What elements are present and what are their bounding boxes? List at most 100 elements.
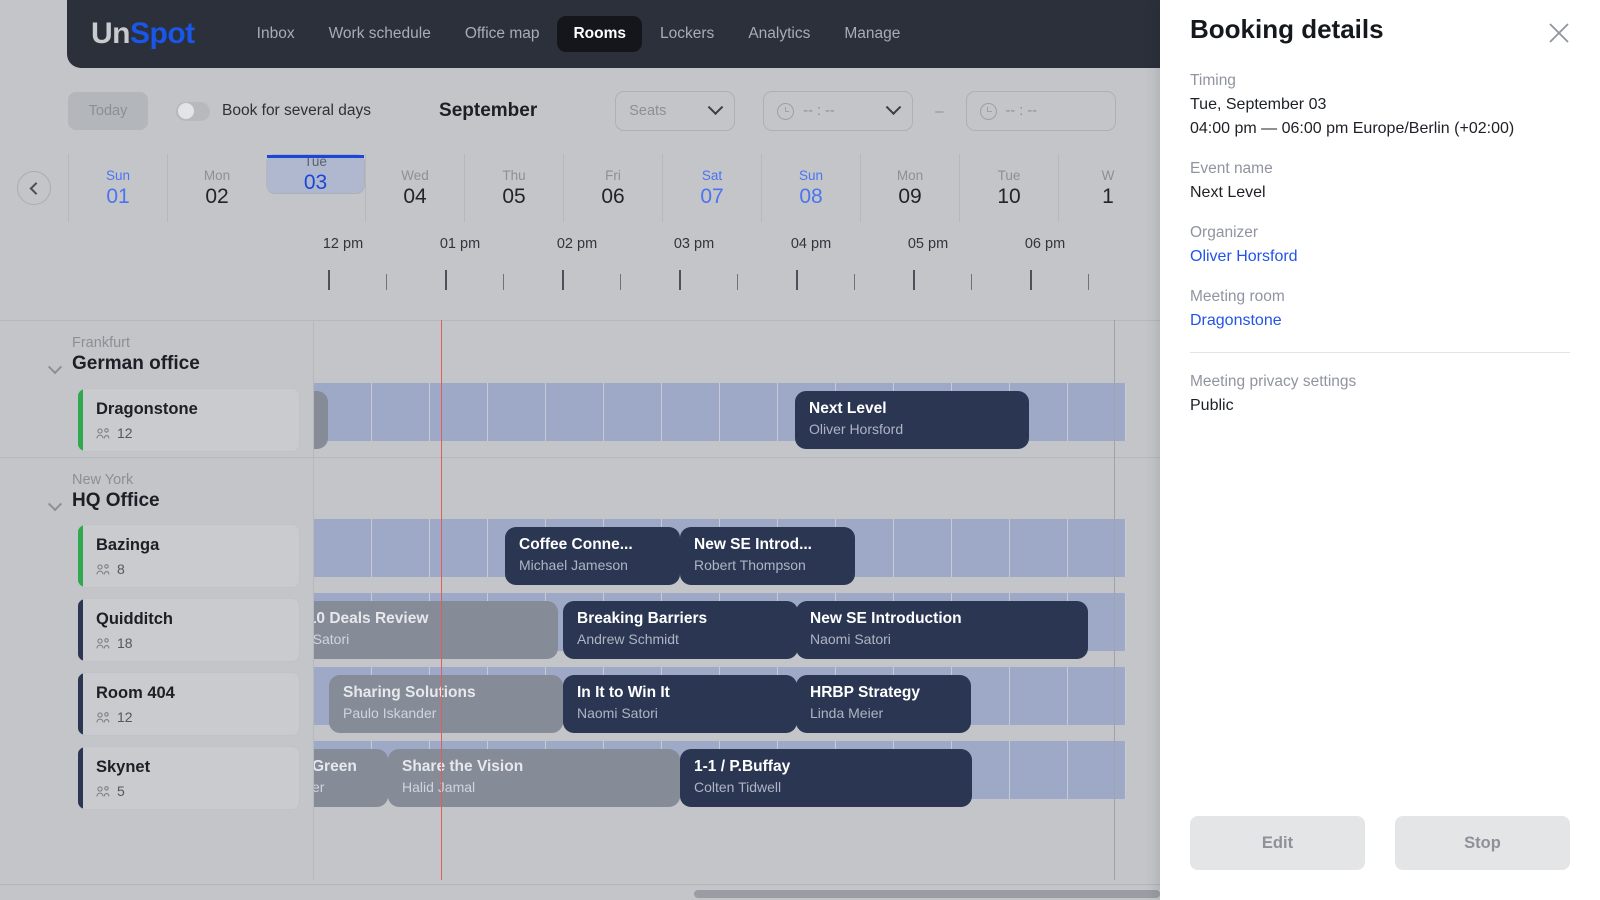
- book-several-days-toggle-group[interactable]: Book for several days: [176, 101, 371, 121]
- room-card-dragonstone[interactable]: Dragonstone 12: [78, 388, 300, 452]
- free-slot[interactable]: [314, 519, 372, 577]
- nav-item-work-schedule[interactable]: Work schedule: [313, 16, 447, 52]
- detail-value[interactable]: Dragonstone: [1190, 309, 1570, 333]
- event-organizer: Oliver Horsford: [809, 421, 904, 437]
- day-cell-05[interactable]: Thu 05: [464, 154, 563, 222]
- room-name: Bazinga: [96, 536, 160, 554]
- free-slot[interactable]: [372, 383, 430, 441]
- time-to-select[interactable]: -- : --: [965, 91, 1116, 131]
- office-group-header[interactable]: Frankfurt German office: [0, 321, 1160, 383]
- app-logo[interactable]: UnSpot: [91, 17, 195, 51]
- day-cell-10[interactable]: Tue 10: [959, 154, 1058, 222]
- close-icon: [1549, 23, 1569, 43]
- free-slot[interactable]: [546, 383, 604, 441]
- event-block[interactable]: HRBP Strategy Linda Meier: [796, 675, 971, 733]
- event-block[interactable]: New SE Introduction Naomi Satori: [796, 601, 1088, 659]
- free-slot[interactable]: [604, 383, 662, 441]
- day-boundary-line: [1114, 320, 1116, 880]
- day-cell-08[interactable]: Sun 08: [761, 154, 860, 222]
- close-button[interactable]: [1546, 20, 1572, 46]
- free-slot[interactable]: [372, 519, 430, 577]
- event-block[interactable]: Next Level Oliver Horsford: [795, 391, 1029, 449]
- free-slot[interactable]: [1010, 519, 1068, 577]
- time-ruler: 12 pm 01 pm 02 pm 03 pm 04 pm 05 pm 06 pm: [0, 236, 1160, 320]
- event-block[interactable]: 1-1 / P.Buffay Colten Tidwell: [680, 749, 972, 807]
- event-block[interactable]: [314, 391, 328, 449]
- people-icon: [96, 637, 110, 648]
- event-block[interactable]: Green er: [314, 749, 388, 807]
- detail-label: Organizer: [1190, 224, 1259, 241]
- free-slot[interactable]: [662, 383, 720, 441]
- hour-label: 05 pm: [907, 236, 949, 252]
- stop-button[interactable]: Stop: [1395, 816, 1570, 870]
- day-number: 01: [106, 184, 130, 208]
- day-cell-04[interactable]: Wed 04: [365, 154, 464, 222]
- room-card-skynet[interactable]: Skynet 5: [78, 746, 300, 810]
- event-block[interactable]: Breaking Barriers Andrew Schmidt: [563, 601, 798, 659]
- free-slot[interactable]: [430, 519, 488, 577]
- room-card-quidditch[interactable]: Quidditch 18: [78, 598, 300, 662]
- nav-item-office-map[interactable]: Office map: [449, 16, 556, 52]
- free-slot[interactable]: [720, 383, 778, 441]
- day-cell-01[interactable]: Sun 01: [68, 154, 167, 222]
- scrollbar-thumb[interactable]: [694, 890, 1160, 898]
- free-slot[interactable]: [952, 519, 1010, 577]
- drawer-fields: Timing Tue, September 03 04:00 pm — 06:00…: [1190, 72, 1570, 437]
- event-block[interactable]: p 10 Deals Review mi Satori: [314, 601, 558, 659]
- day-cell-02[interactable]: Mon 02: [167, 154, 266, 222]
- free-slot[interactable]: [1068, 383, 1126, 441]
- nav-item-lockers[interactable]: Lockers: [644, 16, 730, 52]
- day-cell-07[interactable]: Sat 07: [662, 154, 761, 222]
- event-block[interactable]: Share the Vision Halid Jamal: [388, 749, 680, 807]
- chevron-down-icon: [47, 360, 63, 375]
- office-name: German office: [72, 353, 200, 374]
- event-block[interactable]: In It to Win It Naomi Satori: [563, 675, 797, 733]
- time-from-select[interactable]: -- : --: [763, 91, 914, 131]
- previous-week-button[interactable]: [0, 154, 68, 222]
- free-slot[interactable]: [1068, 741, 1126, 799]
- day-cell-06[interactable]: Fri 06: [563, 154, 662, 222]
- room-capacity-value: 18: [117, 635, 133, 651]
- nav-item-inbox[interactable]: Inbox: [241, 16, 311, 52]
- free-slot[interactable]: [1068, 519, 1126, 577]
- room-row: Room 404 12 Sharing Solutions Paulo Iskande…: [0, 667, 1160, 741]
- horizontal-scrollbar[interactable]: [0, 884, 1160, 900]
- nav-item-rooms[interactable]: Rooms: [557, 16, 643, 52]
- hour-tick: [445, 270, 447, 290]
- half-hour-tick: [971, 274, 973, 290]
- room-card-room-404[interactable]: Room 404 12: [78, 672, 300, 736]
- free-slot[interactable]: [430, 383, 488, 441]
- day-cell-09[interactable]: Mon 09: [860, 154, 959, 222]
- chevron-left-button[interactable]: [17, 171, 51, 205]
- free-slot[interactable]: [1010, 667, 1068, 725]
- book-several-days-toggle[interactable]: [176, 101, 210, 121]
- event-organizer: Naomi Satori: [577, 705, 658, 721]
- half-hour-tick: [737, 274, 739, 290]
- free-slot[interactable]: [1068, 667, 1126, 725]
- free-slot[interactable]: [1010, 741, 1068, 799]
- free-slot[interactable]: [894, 519, 952, 577]
- detail-value[interactable]: Oliver Horsford: [1190, 245, 1570, 269]
- event-block[interactable]: Sharing Solutions Paulo Iskander: [329, 675, 563, 733]
- detail-value: Next Level: [1190, 184, 1266, 201]
- room-capacity-value: 12: [117, 425, 133, 441]
- day-cell-03[interactable]: Tue 03: [266, 154, 365, 194]
- nav-item-manage[interactable]: Manage: [828, 16, 916, 52]
- drawer-title: Booking details: [1190, 14, 1384, 44]
- privacy-value: Public: [1190, 397, 1234, 414]
- seats-select[interactable]: Seats: [615, 91, 736, 131]
- free-slot[interactable]: [488, 383, 546, 441]
- half-hour-tick: [1088, 274, 1090, 290]
- edit-button[interactable]: Edit: [1190, 816, 1365, 870]
- room-card-bazinga[interactable]: Bazinga 8: [78, 524, 300, 588]
- event-title: Green: [314, 758, 357, 775]
- office-city: New York: [72, 472, 134, 488]
- office-group-header[interactable]: New York HQ Office: [0, 457, 1160, 519]
- event-block[interactable]: New SE Introd... Robert Thompson: [680, 527, 855, 585]
- event-organizer: Naomi Satori: [810, 631, 891, 647]
- today-button[interactable]: Today: [68, 92, 148, 130]
- event-block[interactable]: Coffee Conne... Michael Jameson: [505, 527, 680, 585]
- day-cell-1[interactable]: W1: [1058, 154, 1157, 222]
- nav-item-analytics[interactable]: Analytics: [732, 16, 826, 52]
- room-accent-bar: [78, 389, 83, 451]
